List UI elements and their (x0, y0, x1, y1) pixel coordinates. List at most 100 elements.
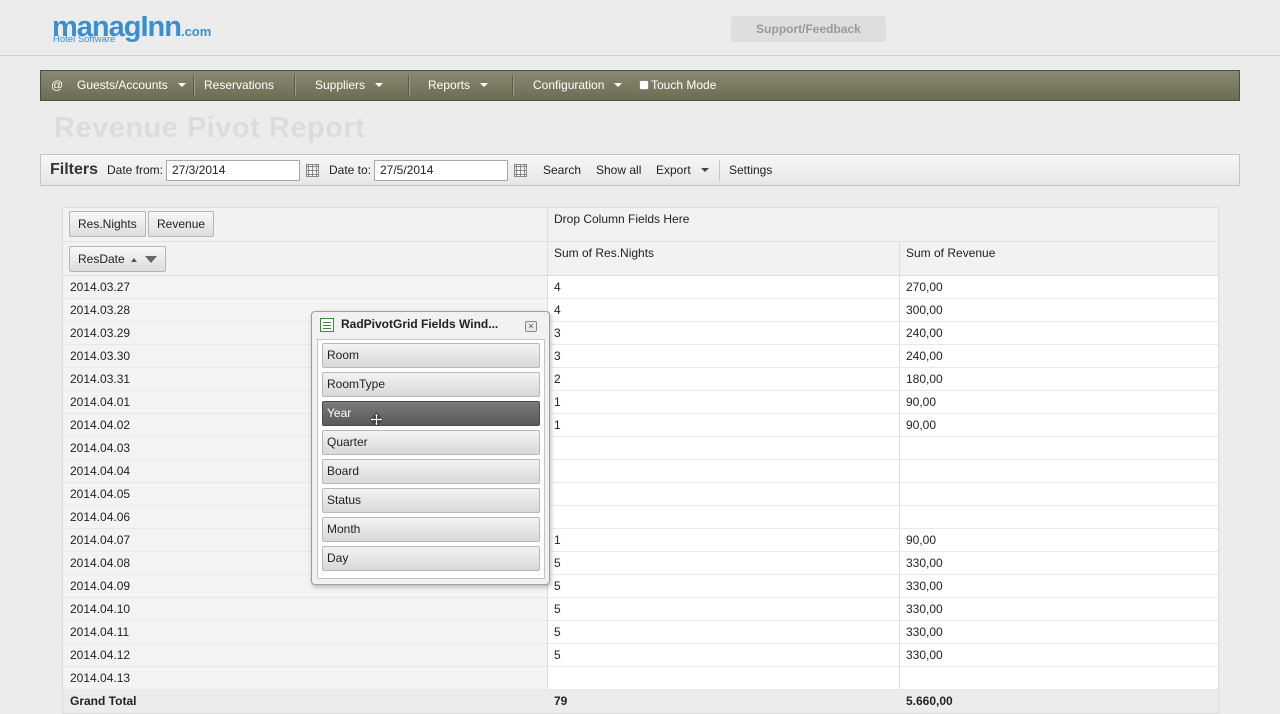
filters-bar: Filters Date from: 27/3/2014 Date to: 27… (40, 154, 1240, 186)
column-drop-zone[interactable]: Drop Column Fields Here (554, 212, 689, 226)
row-revenue: 330,00 (906, 602, 943, 616)
row-date: 2014.04.05 (70, 487, 131, 501)
nav-suppliers[interactable]: Suppliers (315, 71, 384, 100)
row-nights: 2 (554, 372, 561, 386)
nav-reports[interactable]: Reports (428, 71, 489, 100)
table-row: 2014.04.04 (63, 460, 1218, 483)
row-nights: 1 (554, 418, 561, 432)
nav-home-at[interactable]: @ (51, 71, 63, 100)
row-revenue: 300,00 (906, 303, 943, 317)
row-revenue: 240,00 (906, 349, 943, 363)
row-revenue: 90,00 (906, 395, 937, 409)
date-from-input[interactable]: 27/3/2014 (166, 160, 300, 181)
field-item-quarter[interactable]: Quarter (322, 430, 540, 455)
nav-guests-accounts[interactable]: Guests/Accounts (77, 71, 186, 100)
grand-total-nights: 79 (554, 694, 568, 708)
settings-button[interactable]: Settings (729, 163, 772, 177)
table-row: 2014.04.13 (63, 667, 1218, 690)
field-chip-revenue[interactable]: Revenue (148, 211, 215, 237)
calendar-icon[interactable] (306, 164, 319, 177)
close-icon[interactable]: × (525, 321, 537, 332)
app-header: managInn.com Hotel Software Support/Feed… (0, 0, 1280, 56)
logo-subtitle: Hotel Software (53, 34, 116, 45)
pivot-grid: Res.Nights Revenue Drop Column Fields He… (62, 207, 1219, 714)
row-revenue: 180,00 (906, 372, 943, 386)
field-item-board[interactable]: Board (322, 459, 540, 484)
move-cursor-icon (370, 413, 383, 426)
row-date: 2014.04.04 (70, 464, 131, 478)
main-navbar: @ Guests/Accounts Reservations Suppliers… (40, 70, 1240, 101)
table-row: 2014.04.07 1 90,00 (63, 529, 1218, 552)
table-row: 2014.04.12 5 330,00 (63, 644, 1218, 667)
row-nights: 3 (554, 349, 561, 363)
row-date: 2014.03.29 (70, 326, 131, 340)
nav-configuration[interactable]: Configuration (533, 71, 623, 100)
search-button[interactable]: Search (543, 163, 581, 177)
row-date: 2014.04.10 (70, 602, 131, 616)
row-date: 2014.04.13 (70, 671, 131, 685)
chevron-down-icon (177, 83, 186, 87)
row-date: 2014.03.30 (70, 349, 131, 363)
fields-list-icon (320, 318, 334, 332)
chevron-down-icon (375, 83, 384, 87)
pivot-data-zone: Res.Nights Revenue Drop Column Fields He… (63, 208, 1218, 242)
chevron-down-icon (614, 83, 623, 87)
page-title: Revenue Pivot Report (54, 112, 366, 144)
table-row: 2014.04.03 (63, 437, 1218, 460)
table-row: 2014.04.06 (63, 506, 1218, 529)
touch-mode-toggle[interactable]: Touch Mode (639, 71, 716, 100)
field-chip-resdate[interactable]: ResDate (69, 246, 166, 272)
grand-total-row: Grand Total 79 5.660,00 (63, 690, 1218, 713)
filters-title: Filters (50, 161, 99, 178)
row-nights: 1 (554, 395, 561, 409)
company-logo[interactable]: managInn.com Hotel Software (52, 12, 211, 47)
row-revenue: 330,00 (906, 625, 943, 639)
date-to-label: Date to: (329, 163, 372, 177)
row-date: 2014.03.31 (70, 372, 131, 386)
date-to-input[interactable]: 27/5/2014 (374, 160, 508, 181)
row-date: 2014.04.09 (70, 579, 131, 593)
row-date: 2014.04.11 (70, 625, 130, 639)
field-item-roomtype[interactable]: RoomType (322, 372, 540, 397)
table-row: 2014.03.29 3 240,00 (63, 322, 1218, 345)
row-nights: 1 (554, 533, 561, 547)
row-date: 2014.04.03 (70, 441, 131, 455)
column-header-revenue[interactable]: Sum of Revenue (906, 246, 995, 260)
row-nights: 5 (554, 579, 561, 593)
table-row: 2014.04.01 1 90,00 (63, 391, 1218, 414)
calendar-icon[interactable] (514, 164, 527, 177)
row-nights: 4 (554, 280, 561, 294)
row-revenue: 330,00 (906, 579, 943, 593)
field-chip-res-nights[interactable]: Res.Nights (69, 211, 146, 237)
field-item-day[interactable]: Day (322, 546, 540, 571)
table-row: 2014.04.09 5 330,00 (63, 575, 1218, 598)
sort-ascending-icon[interactable] (130, 258, 137, 262)
support-feedback-button[interactable]: Support/Feedback (731, 16, 886, 42)
nav-reservations[interactable]: Reservations (204, 71, 274, 100)
logo-dotcom: .com (180, 24, 212, 39)
row-date: 2014.03.28 (70, 303, 131, 317)
field-item-year[interactable]: Year (322, 401, 540, 426)
row-date: 2014.04.02 (70, 418, 131, 432)
table-row: 2014.04.11 5 330,00 (63, 621, 1218, 644)
touch-mode-checkbox[interactable] (639, 80, 649, 90)
chevron-down-icon (700, 168, 709, 172)
table-row: 2014.04.08 5 330,00 (63, 552, 1218, 575)
column-header-res-nights[interactable]: Sum of Res.Nights (554, 246, 654, 260)
row-revenue: 270,00 (906, 280, 943, 294)
export-button[interactable]: Export (656, 163, 709, 177)
field-item-month[interactable]: Month (322, 517, 540, 542)
row-date: 2014.04.06 (70, 510, 131, 524)
filter-icon[interactable] (144, 256, 157, 263)
table-row: 2014.04.05 (63, 483, 1218, 506)
row-nights: 3 (554, 326, 561, 340)
row-revenue: 90,00 (906, 418, 937, 432)
table-row: 2014.04.10 5 330,00 (63, 598, 1218, 621)
row-nights: 5 (554, 625, 561, 639)
field-item-room[interactable]: Room (322, 343, 540, 368)
field-item-status[interactable]: Status (322, 488, 540, 513)
table-row: 2014.03.27 4 270,00 (63, 276, 1218, 299)
fields-window[interactable]: RadPivotGrid Fields Wind... × Room RoomTy… (311, 311, 550, 585)
fields-window-title[interactable]: RadPivotGrid Fields Wind... (341, 317, 498, 331)
show-all-button[interactable]: Show all (596, 163, 641, 177)
